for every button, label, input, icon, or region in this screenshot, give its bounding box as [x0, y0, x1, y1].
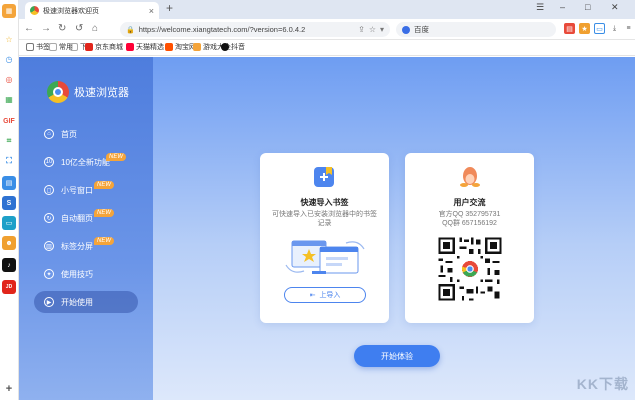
tab-title: 极速浏览器欢迎页	[43, 7, 99, 15]
qq-number: 官方QQ 352795731	[438, 211, 501, 218]
qq-penguin-icon	[460, 167, 480, 187]
qq-group-number: QQ群 657156192	[442, 220, 497, 227]
new-badge: NEW	[94, 209, 114, 217]
watermark: KK下载	[576, 376, 629, 392]
add-icon[interactable]: +	[2, 382, 16, 396]
menu-label: 使用技巧	[61, 269, 93, 279]
download-icon[interactable]: ⤓	[609, 23, 620, 34]
menu-item-get-started[interactable]: ▶ 开始使用	[34, 291, 138, 313]
menu-label: 小号窗口	[61, 185, 93, 195]
dropdown-icon[interactable]: ▾	[380, 25, 384, 34]
menu-item-auto-page[interactable]: ↻ 自动翻页	[34, 207, 138, 229]
play-icon: ▶	[44, 297, 54, 307]
maximize-button[interactable]: □	[585, 2, 590, 12]
home-icon: ⌂	[44, 129, 54, 139]
menu-label: 首页	[61, 129, 77, 139]
target-icon[interactable]: ◎	[2, 72, 16, 86]
menu-label: 标签分屏	[61, 241, 93, 251]
menu-label: 10亿全新功能	[61, 157, 110, 167]
menu-item-home[interactable]: ⌂ 首页	[34, 123, 138, 145]
gif-icon[interactable]: GIF	[2, 114, 16, 128]
window-icon: ◻	[44, 185, 54, 195]
share-icon[interactable]: ⇪	[358, 25, 365, 34]
refresh-button[interactable]: ↻	[58, 23, 66, 34]
minimize-button[interactable]: –	[560, 2, 565, 12]
start-experience-button[interactable]: 开始体验	[354, 345, 440, 367]
more-menu-icon[interactable]: ≡	[623, 23, 634, 34]
import-icon: ⇤	[309, 292, 316, 299]
bookmark-item[interactable]: 京东商城	[85, 42, 123, 52]
card-title: 快速导入书签	[300, 198, 349, 207]
forward-button[interactable]: →	[41, 23, 51, 34]
notes-icon[interactable]: ▦	[2, 4, 16, 18]
tips-icon: ✦	[44, 269, 54, 279]
browser-logo-icon	[47, 81, 69, 103]
star-icon[interactable]: ☆	[2, 32, 16, 46]
scan-icon[interactable]: ⛶	[2, 154, 16, 168]
brand: 极速浏览器	[47, 81, 129, 103]
welcome-page: 极速浏览器 ⌂ 首页 10 10亿全新功能 NEW ◻ 小号窗口 NEW ↻ 自…	[19, 57, 635, 400]
url-text[interactable]: https://welcome.xiangtatech.com/?version…	[139, 25, 354, 34]
menu-item-tips[interactable]: ✦ 使用技巧	[34, 263, 138, 285]
address-bar[interactable]: 🔒 https://welcome.xiangtatech.com/?versi…	[120, 22, 390, 37]
navigation-bar: ← → ↻ ↺ ⌂ 🔒 https://welcome.xiangtatech.…	[19, 19, 635, 40]
search-engine-icon	[402, 25, 410, 34]
card-description: 可快速导入已安装浏览器中的书签记录	[272, 211, 377, 227]
new-badge: NEW	[94, 181, 114, 189]
import-illustration-icon	[285, 240, 365, 274]
brand-name: 极速浏览器	[74, 87, 129, 99]
jd-icon[interactable]: JD	[2, 280, 16, 294]
import-bookmarks-card: 快速导入书签 可快速导入已安装浏览器中的书签记录 ⇤ 上导入	[260, 153, 389, 323]
translate-icon[interactable]: S	[2, 196, 16, 210]
pdf-icon[interactable]: ▤	[564, 23, 575, 34]
search-input[interactable]: 百度	[414, 24, 429, 35]
undo-button[interactable]: ↺	[75, 23, 83, 34]
clock-icon[interactable]: ◷	[2, 52, 16, 66]
chrome-logo-icon	[30, 6, 39, 15]
user-community-card: 用户交流 官方QQ 352795731 QQ群 657156192	[405, 153, 534, 323]
calendar-icon[interactable]: ▤	[2, 176, 16, 190]
search-box[interactable]: 百度	[396, 22, 556, 37]
bookmark-star-icon[interactable]: ☆	[369, 25, 376, 34]
tab-close-icon[interactable]: ×	[149, 6, 154, 16]
import-button[interactable]: ⇤ 上导入	[284, 287, 366, 303]
home-button[interactable]: ⌂	[92, 23, 98, 34]
monitor-icon[interactable]: ▭	[2, 216, 16, 230]
back-button[interactable]: ←	[24, 23, 34, 34]
menu-item-small-window[interactable]: ◻ 小号窗口	[34, 179, 138, 201]
lock-icon: 🔒	[126, 26, 135, 34]
sidebar-toggle-icon[interactable]: ▭	[594, 23, 605, 34]
bookmark-item[interactable]: 抖音	[221, 42, 245, 52]
import-bookmark-icon	[314, 167, 334, 187]
split-screen-icon: ▥	[44, 241, 54, 251]
card-title: 用户交流	[453, 198, 486, 207]
douyin-icon[interactable]: ♪	[2, 258, 16, 272]
extension-icon[interactable]: ★	[579, 23, 590, 34]
features-icon: 10	[44, 157, 54, 167]
tab-bar: 极速浏览器欢迎页 × + ☰ – □ ✕	[19, 0, 635, 19]
new-tab-button[interactable]: +	[166, 1, 173, 15]
bookmark-item[interactable]: 淘宝网	[165, 42, 196, 52]
close-window-button[interactable]: ✕	[611, 2, 619, 13]
grid-icon[interactable]: ▦	[2, 92, 16, 106]
qr-code-icon	[436, 235, 504, 303]
bookmark-item[interactable]: 书签	[26, 42, 50, 52]
auto-page-icon: ↻	[44, 213, 54, 223]
welcome-sidebar: 极速浏览器 ⌂ 首页 10 10亿全新功能 NEW ◻ 小号窗口 NEW ↻ 自…	[19, 57, 153, 400]
bookmark-item[interactable]: 天猫精选	[126, 42, 164, 52]
game-icon[interactable]: ☻	[2, 236, 16, 250]
bookmarks-bar: 书签 常用 下 京东商城 天猫精选 淘宝网 游戏大全 抖音	[19, 40, 635, 56]
menu-label: 开始使用	[61, 297, 93, 307]
crop-icon[interactable]: ⌗	[2, 134, 16, 148]
import-button-label: 上导入	[319, 292, 341, 299]
menu-icon[interactable]: ☰	[536, 2, 544, 13]
menu-label: 自动翻页	[61, 213, 93, 223]
new-badge: NEW	[106, 153, 126, 161]
left-toolbar: ▦ ☆ ◷ ◎ ▦ GIF ⌗ ⛶ ▤ S ▭ ☻ ♪ JD +	[0, 0, 19, 400]
tab-welcome[interactable]: 极速浏览器欢迎页 ×	[25, 2, 159, 19]
menu-item-split-screen[interactable]: ▥ 标签分屏	[34, 235, 138, 257]
new-badge: NEW	[94, 237, 114, 245]
